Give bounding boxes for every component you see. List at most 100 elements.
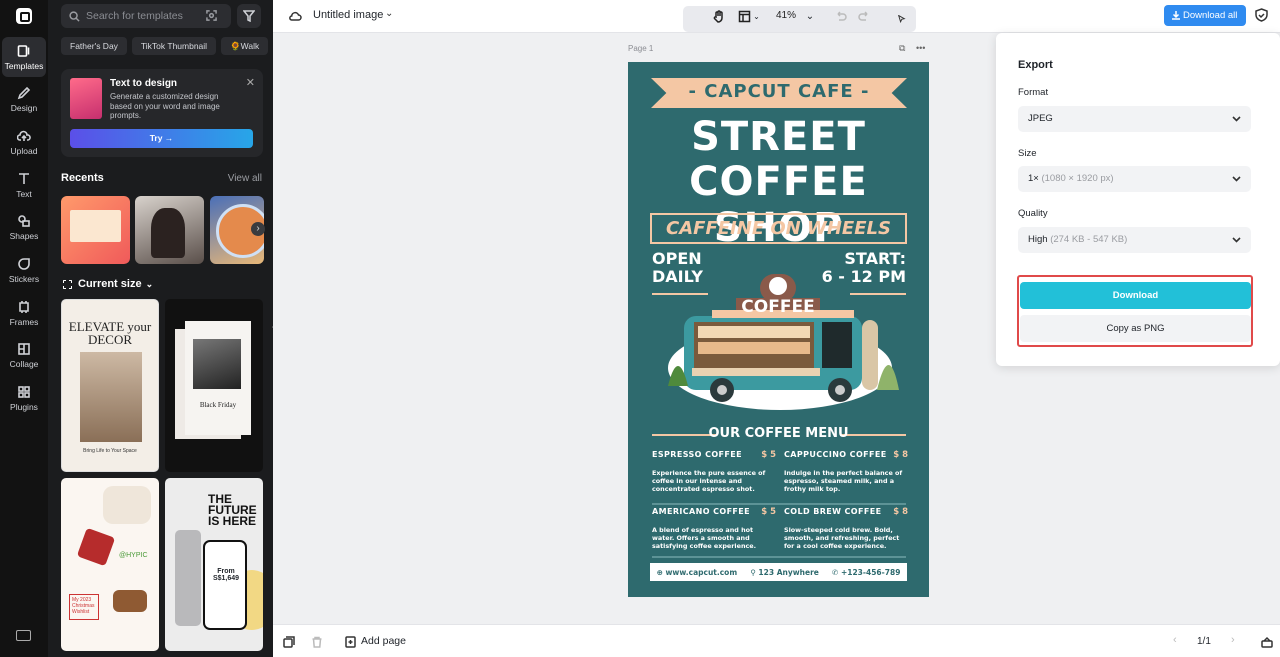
pointer-icon xyxy=(898,15,906,23)
quality-detail: (274 KB - 547 KB) xyxy=(1050,234,1128,245)
menu-item-price: $ 5 xyxy=(761,450,776,460)
view-all-link[interactable]: View all xyxy=(228,173,262,184)
size-label: Size xyxy=(1018,148,1037,159)
search-icon xyxy=(69,10,80,22)
search-input[interactable]: Search for templates xyxy=(61,4,231,28)
template-title: Black Friday xyxy=(199,401,237,409)
rail-item-label: Stickers xyxy=(8,273,40,284)
menu-item: ESPRESSO COFFEE $ 5 Experience the pure … xyxy=(652,450,776,493)
rail-item-plugins[interactable]: Plugins xyxy=(2,379,46,419)
rail-item-label: Upload xyxy=(10,145,38,156)
template-card[interactable]: ELEVATE your DECOR Bring Life to Your Sp… xyxy=(61,299,159,472)
template-card[interactable]: THE FUTURE IS HERE From S$1,649 xyxy=(165,478,263,651)
hand-tool-button[interactable] xyxy=(708,6,728,26)
chip-tiktok-thumbnail[interactable]: TikTok Thumbnail xyxy=(131,37,217,55)
text-to-design-title: Text to design xyxy=(110,78,178,89)
chip-walk[interactable]: 🌻Walk xyxy=(221,37,269,55)
menu-item-price: $ 8 xyxy=(893,450,908,460)
chip-fathers-day[interactable]: Father's Day xyxy=(61,37,127,55)
stickers-icon xyxy=(18,258,30,270)
top-bar: Untitled image ⌄ ⌄ 41% ⌄ Download all xyxy=(273,0,1280,33)
chevron-left-icon[interactable]: ‹ xyxy=(1173,634,1177,646)
image-search-icon[interactable] xyxy=(206,10,217,21)
template-price: From S$1,649 xyxy=(212,568,240,582)
phone-icon: ✆ xyxy=(832,567,841,577)
format-value: JPEG xyxy=(1028,113,1053,124)
coffee-truck-illustration: COFFEE xyxy=(668,274,899,410)
template-title: ELEVATE your DECOR xyxy=(68,319,152,347)
size-detail: (1080 × 1920 px) xyxy=(1041,173,1114,184)
trash-icon[interactable] xyxy=(311,635,323,653)
cloud-sync-icon[interactable] xyxy=(288,9,302,23)
download-button[interactable]: Download xyxy=(1020,282,1251,309)
recent-thumbnail[interactable] xyxy=(135,196,204,264)
rail-item-shapes[interactable]: Shapes xyxy=(2,208,46,248)
rail-item-text[interactable]: Text xyxy=(2,165,46,205)
keyboard-shortcuts-icon[interactable] xyxy=(16,630,31,641)
pages-panel-icon[interactable] xyxy=(1261,635,1273,653)
add-page-icon[interactable] xyxy=(345,635,357,653)
capcut-logo-icon[interactable] xyxy=(16,8,32,24)
rail-item-templates[interactable]: Templates xyxy=(2,37,46,77)
page-options[interactable]: ⧉ ••• xyxy=(899,43,925,54)
rail-item-upload[interactable]: Upload xyxy=(2,122,46,162)
template-image xyxy=(103,486,151,524)
menu-item-price: $ 8 xyxy=(893,507,908,517)
poster-design[interactable]: - CAPCUT CAFE - STREET COFFEE SHOP CAFFE… xyxy=(628,62,929,597)
chevron-right-icon[interactable]: › xyxy=(1231,634,1235,646)
rail-item-collage[interactable]: Collage xyxy=(2,336,46,376)
template-image xyxy=(203,540,247,630)
text-to-design-thumbnail xyxy=(70,78,102,119)
search-placeholder: Search for templates xyxy=(86,10,183,22)
shield-icon[interactable] xyxy=(1255,8,1268,27)
quality-select[interactable]: High (274 KB - 547 KB) xyxy=(1018,227,1251,253)
chevron-down-icon xyxy=(1232,237,1241,243)
menu-item-name: CAPPUCCINO COFFEE xyxy=(784,450,887,459)
poster-website: www.capcut.com xyxy=(665,567,738,577)
more-options-icon[interactable]: ••• xyxy=(916,43,925,53)
add-page-button[interactable]: Add page xyxy=(361,635,406,647)
menu-item: COLD BREW COFFEE $ 8 Slow-steeped cold b… xyxy=(784,507,908,550)
template-chips: Father's Day TikTok Thumbnail 🌻Walk xyxy=(61,37,269,55)
size-select[interactable]: 1× (1080 × 1920 px) xyxy=(1018,166,1251,192)
copy-as-png-button[interactable]: Copy as PNG xyxy=(1020,315,1251,342)
export-panel: Export Format JPEG Size 1× (1080 × 1920 … xyxy=(996,33,1280,366)
poster-rule xyxy=(652,556,906,558)
recent-thumbnail[interactable] xyxy=(61,196,130,264)
chevron-down-icon: ⌄ xyxy=(145,278,154,289)
chevron-down-icon[interactable]: ⌄ xyxy=(385,8,393,19)
page-label: Page 1 xyxy=(628,44,654,53)
chevron-right-icon[interactable]: › xyxy=(251,222,265,236)
try-button[interactable]: Try → xyxy=(70,129,253,148)
page-manager-icon[interactable] xyxy=(283,635,295,653)
zoom-dropdown[interactable]: ⌄ xyxy=(800,6,820,26)
format-select[interactable]: JPEG xyxy=(1018,106,1251,132)
layout-tool-button[interactable]: ⌄ xyxy=(734,6,764,26)
redo-button[interactable] xyxy=(854,6,874,26)
template-card[interactable]: @HYPIC My 2023 Christmas Wishlist xyxy=(61,478,159,651)
duplicate-page-icon[interactable]: ⧉ xyxy=(899,43,905,53)
zoom-level[interactable]: 41% xyxy=(776,10,796,21)
rail-item-frames[interactable]: Frames xyxy=(2,293,46,333)
menu-item-description: Indulge in the perfect balance of espres… xyxy=(784,469,903,493)
quality-label: Quality xyxy=(1018,208,1048,219)
document-title[interactable]: Untitled image xyxy=(313,9,383,21)
undo-icon xyxy=(836,10,847,21)
filter-button[interactable] xyxy=(237,4,261,28)
undo-button[interactable] xyxy=(830,6,850,26)
resize-icon xyxy=(63,279,72,289)
close-icon[interactable]: ✕ xyxy=(246,76,255,89)
left-rail: Templates Design Upload Text Shapes Stic… xyxy=(0,0,48,657)
poster-tagline: CAFFEINE ON WHEELS xyxy=(650,213,907,244)
menu-item-description: Experience the pure essence of coffee in… xyxy=(652,469,766,493)
download-all-button[interactable]: Download all xyxy=(1164,5,1246,26)
current-size-dropdown[interactable]: Current size ⌄ xyxy=(63,278,153,290)
collage-icon xyxy=(18,343,30,356)
size-value: 1× xyxy=(1028,173,1039,184)
poster-ribbon: - CAPCUT CAFE - xyxy=(651,78,907,108)
layout-icon xyxy=(738,10,751,22)
rail-item-design[interactable]: Design xyxy=(2,80,46,120)
template-card[interactable]: Black Friday xyxy=(165,299,263,472)
page-count: 1/1 xyxy=(1197,636,1211,647)
rail-item-stickers[interactable]: Stickers xyxy=(2,250,46,290)
